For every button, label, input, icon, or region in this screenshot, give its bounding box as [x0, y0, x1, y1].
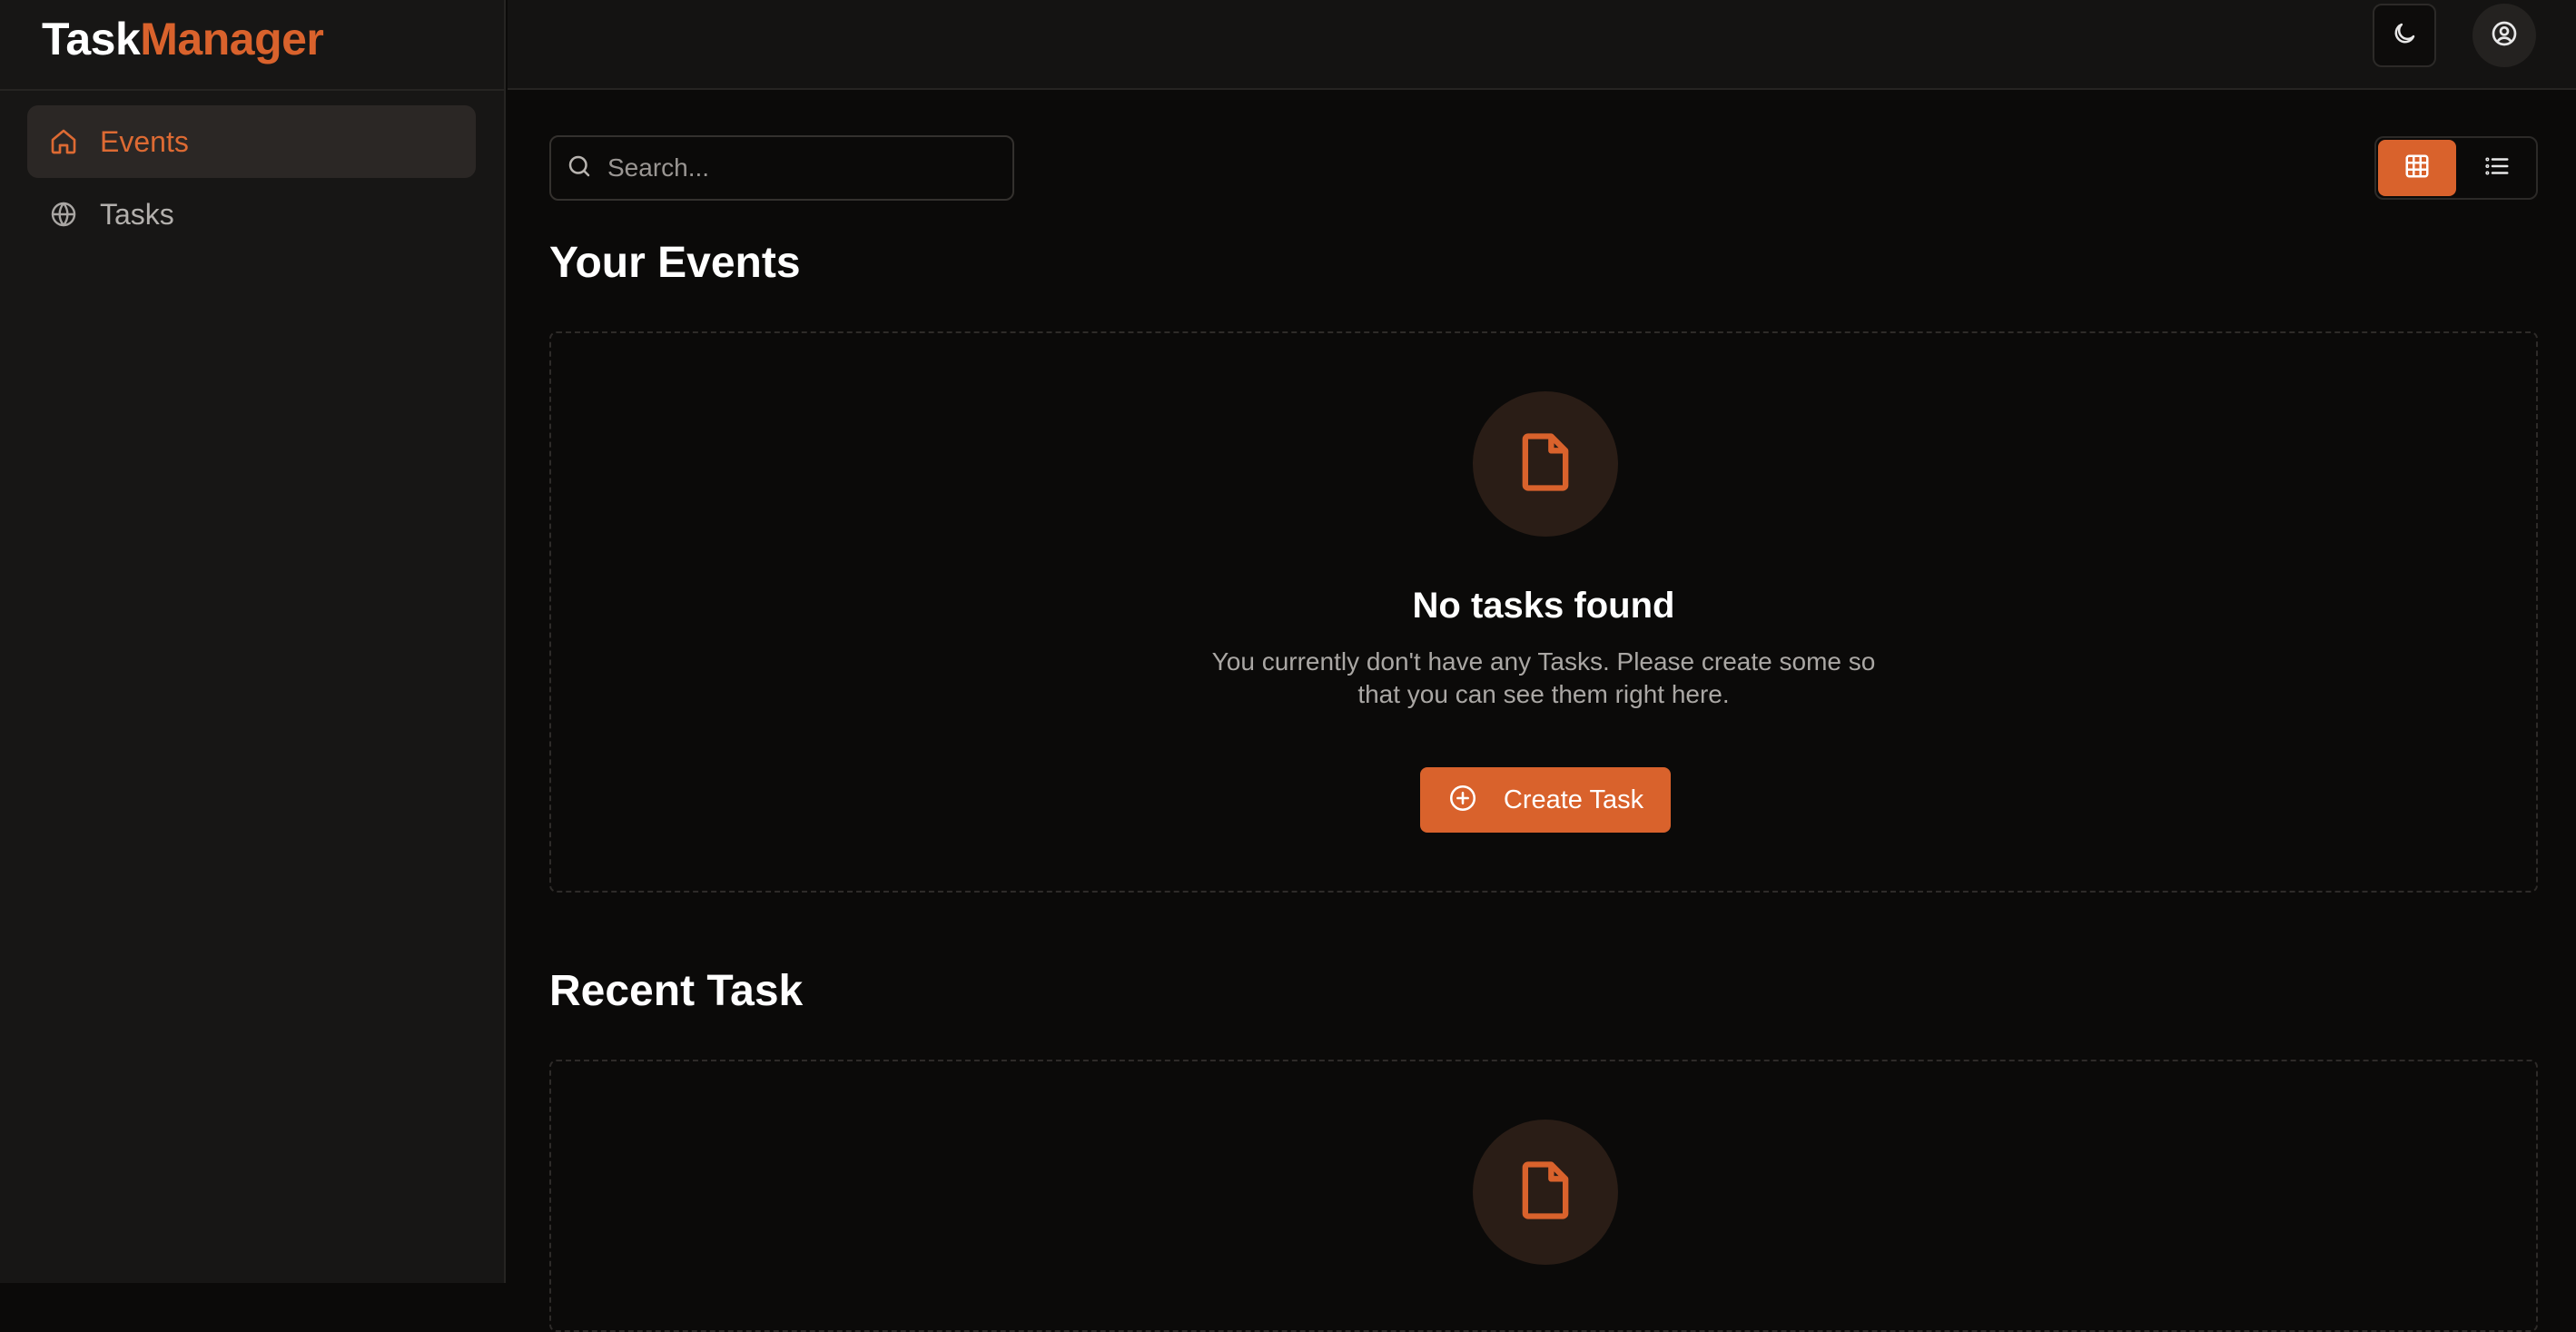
moon-icon — [2391, 20, 2418, 52]
events-section-title: Your Events — [549, 239, 801, 287]
recent-empty-state — [549, 1060, 2538, 1332]
list-icon — [2483, 153, 2511, 184]
search-box — [549, 135, 1014, 201]
user-menu-button[interactable] — [2472, 4, 2536, 67]
sidebar: TaskManager Events Tasks — [0, 0, 506, 1283]
empty-state-icon-badge — [1473, 1120, 1618, 1265]
app-logo[interactable]: TaskManager — [42, 13, 324, 65]
view-toggle — [2374, 136, 2538, 200]
sidebar-item-tasks[interactable]: Tasks — [27, 178, 476, 251]
empty-state-icon-badge — [1473, 391, 1618, 537]
events-empty-state: No tasks found You currently don't have … — [549, 331, 2538, 893]
grid-icon — [2403, 153, 2431, 184]
sidebar-item-label: Events — [100, 124, 189, 158]
empty-state-description: You currently don't have any Tasks. Plea… — [1211, 647, 1876, 708]
file-icon — [1511, 428, 1580, 501]
globe-icon — [45, 196, 82, 232]
recent-section-title: Recent Task — [549, 967, 804, 1015]
file-icon — [1511, 1156, 1580, 1229]
create-task-button[interactable]: Create Task — [1420, 767, 1671, 833]
home-icon — [45, 123, 82, 160]
create-task-label: Create Task — [1503, 784, 1644, 814]
empty-state-title: No tasks found — [1412, 586, 1675, 626]
user-circle-icon — [2490, 19, 2519, 53]
top-bar — [508, 0, 2576, 90]
list-view-button[interactable] — [2458, 138, 2536, 198]
grid-view-button[interactable] — [2378, 140, 2456, 196]
search-icon — [566, 153, 593, 184]
logo-part-manager: Manager — [140, 14, 324, 64]
plus-circle-icon — [1447, 783, 1478, 818]
search-input[interactable] — [607, 153, 989, 183]
theme-toggle-button[interactable] — [2373, 4, 2436, 67]
sidebar-item-events[interactable]: Events — [27, 105, 476, 178]
sidebar-header-divider — [0, 89, 506, 91]
sidebar-item-label: Tasks — [100, 197, 174, 231]
logo-part-task: Task — [42, 14, 141, 64]
